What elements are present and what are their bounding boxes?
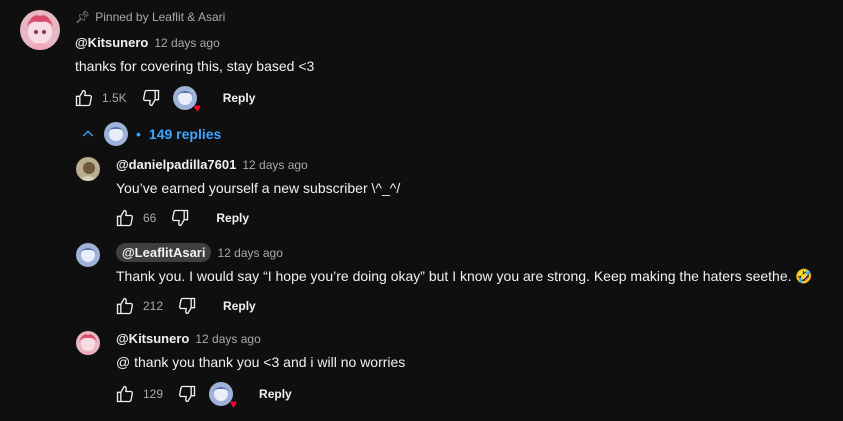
pinned-text: Pinned by Leaflit & Asari	[95, 10, 226, 24]
reply-button[interactable]: Reply	[216, 211, 249, 225]
reply-actions: 212 Reply	[113, 294, 256, 318]
thumbs-up-icon	[75, 89, 93, 107]
reply-author-creator-chip[interactable]: @LeaflitAsari	[116, 243, 212, 262]
dislike-button[interactable]	[175, 294, 199, 318]
reply-text: Thank you. I would say “I hope you’re do…	[116, 268, 813, 284]
reply-meta: @Kitsunero 12 days ago	[116, 331, 261, 346]
heart-icon: ♥	[229, 397, 238, 411]
replier-avatar	[104, 122, 128, 146]
like-count: 129	[143, 387, 164, 401]
pin-icon: 📌︎	[75, 10, 91, 24]
reply-author[interactable]: @danielpadilla7601	[116, 157, 236, 172]
reply-time[interactable]: 12 days ago	[242, 158, 307, 172]
avatar-leaflitasari[interactable]	[76, 243, 100, 267]
reply-text: You’ve earned yourself a new subscriber …	[116, 180, 401, 196]
like-count: 1.5K	[102, 91, 127, 105]
reply-actions: 129 ♥ Reply	[113, 382, 292, 410]
replies-count[interactable]: 149 replies	[149, 126, 221, 142]
comment-text: thanks for covering this, stay based <3	[75, 58, 315, 74]
reply-author[interactable]: @Kitsunero	[116, 331, 189, 346]
reply-button[interactable]: Reply	[223, 299, 256, 313]
comment-meta: @Kitsunero 12 days ago	[75, 35, 220, 50]
thumbs-up-icon	[116, 385, 134, 403]
reply-time[interactable]: 12 days ago	[217, 246, 282, 260]
reply-time[interactable]: 12 days ago	[195, 332, 260, 346]
avatar-kitsunero-reply[interactable]	[76, 331, 100, 355]
dislike-button[interactable]	[139, 86, 163, 110]
thumbs-down-icon	[179, 297, 196, 315]
reply-meta: @danielpadilla7601 12 days ago	[116, 157, 308, 172]
pinned-label: 📌︎ Pinned by Leaflit & Asari	[75, 10, 225, 24]
dislike-button[interactable]	[168, 206, 192, 230]
like-button[interactable]	[113, 206, 137, 230]
like-button[interactable]	[113, 294, 137, 318]
chevron-up-icon	[82, 130, 94, 137]
comment-actions: 1.5K ♥ Reply	[72, 86, 256, 114]
separator-dot: •	[136, 126, 141, 142]
like-button[interactable]	[72, 86, 96, 110]
reply-button[interactable]: Reply	[259, 387, 292, 401]
like-button[interactable]	[113, 382, 137, 406]
replies-toggle[interactable]: • 149 replies	[80, 122, 221, 146]
like-count: 212	[143, 299, 164, 313]
creator-heart: ♥	[209, 382, 237, 410]
reply-button[interactable]: Reply	[223, 91, 256, 105]
comment-author[interactable]: @Kitsunero	[75, 35, 148, 50]
thumbs-up-icon	[116, 209, 134, 227]
reply-actions: 66 Reply	[113, 206, 249, 230]
avatar-kitsunero[interactable]	[20, 10, 60, 50]
thumbs-down-icon	[179, 385, 196, 403]
creator-heart: ♥	[172, 86, 201, 114]
comment-time[interactable]: 12 days ago	[154, 36, 219, 50]
dislike-button[interactable]	[175, 382, 199, 406]
like-count: 66	[143, 211, 157, 225]
avatar-danielpadilla[interactable]	[76, 157, 100, 181]
reply-meta: @LeaflitAsari 12 days ago	[116, 243, 283, 262]
thumbs-down-icon	[172, 209, 189, 227]
heart-icon: ♥	[193, 101, 201, 115]
thumbs-up-icon	[116, 297, 134, 315]
reply-text: @ thank you thank you <3 and i will no w…	[116, 354, 406, 370]
thumbs-down-icon	[142, 89, 159, 107]
